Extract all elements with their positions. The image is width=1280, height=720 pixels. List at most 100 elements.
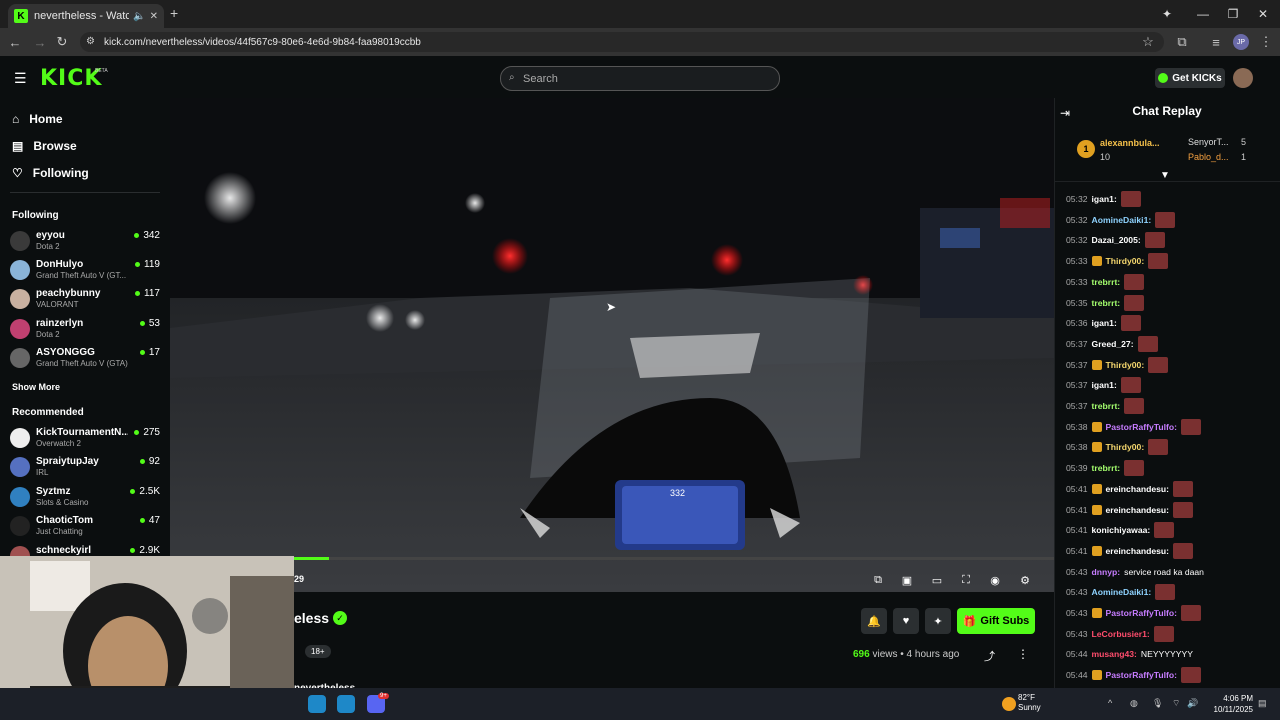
chat-timestamp: 05:44 xyxy=(1066,670,1088,681)
steam-taskbar-icon[interactable] xyxy=(308,695,326,713)
minimize-icon[interactable]: — xyxy=(1188,4,1218,24)
system-clock[interactable]: 4:06 PM 10/11/2025 xyxy=(1205,693,1253,715)
chat-username[interactable]: AomineDaiki1: xyxy=(1092,215,1152,225)
chat-username[interactable]: trebrrt: xyxy=(1092,298,1121,308)
new-tab-icon[interactable]: + xyxy=(170,5,178,21)
share-icon[interactable]: ⤴ xyxy=(984,648,995,664)
notifications-icon[interactable]: ▤ xyxy=(1258,698,1267,709)
chat-username[interactable]: Thirdy00: xyxy=(1106,256,1145,266)
chat-username[interactable]: Dazai_2005: xyxy=(1092,235,1141,245)
network-icon[interactable]: ◍ xyxy=(1130,698,1138,709)
forward-icon[interactable]: → xyxy=(30,32,50,52)
following-channel[interactable]: DonHulyo Grand Theft Auto V (GT... 119 xyxy=(10,257,160,285)
chat-username[interactable]: konichiyawaa: xyxy=(1092,525,1151,535)
top-gifter-name[interactable]: alexannbula... xyxy=(1100,138,1160,148)
video-player[interactable]: 332 xyxy=(170,98,1054,592)
verified-badge-icon: ✓ xyxy=(333,611,347,625)
address-bar[interactable]: ⚙ kick.com/nevertheless/videos/44f567c9-… xyxy=(80,32,1164,52)
video-progress-bar[interactable] xyxy=(170,557,1054,560)
search-input[interactable]: ⌕ Search xyxy=(500,66,780,91)
chat-username[interactable]: Greed_27: xyxy=(1092,339,1134,349)
show-more-link[interactable]: Show More xyxy=(12,382,60,392)
viewer-count-value: 275 xyxy=(143,427,160,438)
following-channel[interactable]: rainzerlyn Dota 2 53 xyxy=(10,316,160,344)
recommended-channel[interactable]: Syztmz Slots & Casino 2.5K xyxy=(10,484,160,512)
chat-username[interactable]: AomineDaiki1: xyxy=(1092,587,1152,597)
chat-message: 05:39 trebrrt: xyxy=(1066,459,1276,477)
notification-bell-button[interactable]: 🔔 xyxy=(861,608,887,634)
chat-username[interactable]: PastorRaffyTulfo: xyxy=(1106,422,1177,432)
viewer-count-value: 2.5K xyxy=(139,486,160,497)
recommended-channel[interactable]: KickTournamentN... Overwatch 2 275 xyxy=(10,425,160,453)
theater-mode-icon[interactable]: ▭ xyxy=(929,572,945,588)
weather-widget[interactable]: 82°F Sunny xyxy=(1018,693,1041,713)
chat-username[interactable]: musang43: xyxy=(1092,649,1137,659)
chat-username[interactable]: igan1: xyxy=(1092,194,1117,204)
clip-icon[interactable]: ▣ xyxy=(899,572,915,588)
chat-message: 05:41 ereinchandesu: xyxy=(1066,501,1276,519)
chat-username[interactable]: dnnyp: xyxy=(1092,567,1121,577)
bookmark-star-icon[interactable]: ☆ xyxy=(1138,32,1158,52)
following-channel[interactable]: ASYONGGG Grand Theft Auto V (GTA) 17 xyxy=(10,345,160,373)
following-channel[interactable]: eyyou Dota 2 342 xyxy=(10,228,160,256)
chat-username[interactable]: ereinchandesu: xyxy=(1106,505,1170,515)
speaker-icon[interactable]: 🔈 xyxy=(133,11,145,22)
gift-subs-button[interactable]: 🎁 Gift Subs xyxy=(957,608,1035,634)
sidebar-item-browse[interactable]: ▤ Browse xyxy=(12,139,77,153)
playback-speed-icon[interactable]: ◉ xyxy=(987,572,1003,588)
sidebar-item-following[interactable]: ♡ Following xyxy=(12,166,89,180)
volume-icon[interactable]: 🔊 xyxy=(1187,698,1198,709)
browser-tab[interactable]: K nevertheless - Watch the V( 🔈 ✕ xyxy=(8,4,164,28)
chat-timestamp: 05:36 xyxy=(1066,318,1088,329)
viewer-count: 117 xyxy=(135,288,160,299)
reload-icon[interactable]: ↻ xyxy=(52,32,72,52)
chat-message: 05:32 igan1: xyxy=(1066,190,1276,208)
chat-username[interactable]: trebrrt: xyxy=(1092,401,1121,411)
miniplayer-icon[interactable]: ⧉ xyxy=(870,572,886,588)
chat-username[interactable]: Thirdy00: xyxy=(1106,360,1145,370)
chat-username[interactable]: PastorRaffyTulfo: xyxy=(1106,670,1177,680)
chat-username[interactable]: PastorRaffyTulfo: xyxy=(1106,608,1177,618)
window-close-icon[interactable]: ✕ xyxy=(1248,4,1278,24)
sparkle-icon[interactable]: ✦ xyxy=(1152,4,1182,24)
chat-username[interactable]: trebrrt: xyxy=(1092,463,1121,473)
gifter-name[interactable]: Pablo_d... xyxy=(1188,152,1229,162)
steam-taskbar-icon[interactable] xyxy=(337,695,355,713)
back-icon[interactable]: ← xyxy=(5,32,25,52)
hamburger-menu-icon[interactable]: ☰ xyxy=(14,70,27,87)
user-avatar[interactable] xyxy=(1233,68,1253,88)
browser-menu-icon[interactable]: ⋮ xyxy=(1256,32,1276,52)
more-options-icon[interactable]: ⋮ xyxy=(1017,647,1029,661)
chat-username[interactable]: LeCorbusier1: xyxy=(1092,629,1150,639)
get-kicks-button[interactable]: Get KICKs xyxy=(1155,68,1225,88)
chat-username[interactable]: Thirdy00: xyxy=(1106,442,1145,452)
recommended-channel[interactable]: SpraiytupJay IRL 92 xyxy=(10,454,160,482)
chat-timestamp: 05:43 xyxy=(1066,566,1088,577)
mic-icon[interactable]: 🎙 xyxy=(1152,698,1163,709)
recommended-channel[interactable]: ChaoticTom Just Chatting 47 xyxy=(10,513,160,541)
restore-icon[interactable]: ❐ xyxy=(1218,4,1248,24)
chat-username[interactable]: igan1: xyxy=(1092,380,1117,390)
fullscreen-icon[interactable]: ⛶ xyxy=(958,572,974,588)
site-info-icon[interactable]: ⚙ xyxy=(86,36,95,47)
kick-logo[interactable]: KICK xyxy=(40,66,102,91)
gifter-count: 1 xyxy=(1241,152,1247,162)
wifi-icon[interactable]: ⌔ xyxy=(1172,698,1180,709)
chat-username[interactable]: ereinchandesu: xyxy=(1106,546,1170,556)
close-tab-icon[interactable]: ✕ xyxy=(150,11,158,22)
gifter-name[interactable]: SenyorT... xyxy=(1188,137,1229,147)
follow-heart-button[interactable]: ♥ xyxy=(893,608,919,634)
tray-chevron-icon[interactable]: ^ xyxy=(1108,698,1112,708)
chat-username[interactable]: ereinchandesu: xyxy=(1106,484,1170,494)
sidebar-item-home[interactable]: ⌂ Home xyxy=(12,112,63,126)
chat-username[interactable]: igan1: xyxy=(1092,318,1117,328)
chat-username[interactable]: trebrrt: xyxy=(1092,277,1121,287)
profile-avatar[interactable]: JP xyxy=(1233,34,1249,50)
following-channel[interactable]: peachybunny VALORANT 117 xyxy=(10,286,160,314)
cast-icon[interactable]: ⧉ xyxy=(1172,32,1192,52)
expand-gifters-icon[interactable]: ▼ xyxy=(1160,170,1170,181)
settings-gear-icon[interactable]: ⚙ xyxy=(1017,572,1033,588)
media-control-icon[interactable]: ≡ xyxy=(1206,32,1226,52)
chat-emote-icon xyxy=(1137,335,1158,352)
sparkle-button[interactable]: ✦ xyxy=(925,608,951,634)
